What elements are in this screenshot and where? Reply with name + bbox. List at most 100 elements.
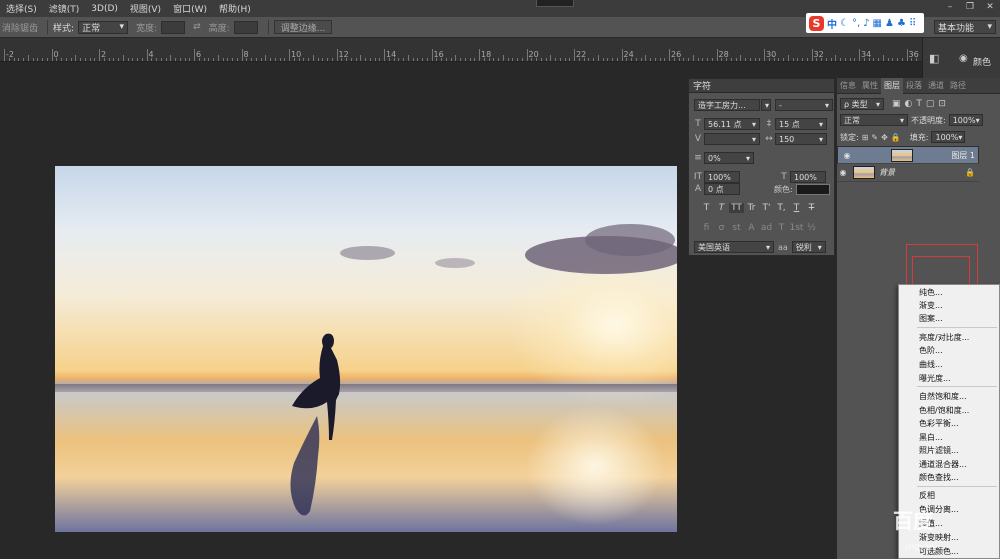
stylistic-alt-button[interactable]: ad <box>759 223 774 233</box>
faux-bold-button[interactable]: T <box>699 203 714 213</box>
keyboard-icon[interactable]: ▦ <box>873 18 882 29</box>
menu-item-curves[interactable]: 曲线... <box>919 359 943 370</box>
fractions-button[interactable]: ½ <box>804 223 819 233</box>
font-style-select[interactable]: - ▾ <box>775 99 833 111</box>
all-caps-button[interactable]: TT <box>729 203 744 213</box>
titling-alt-button[interactable]: T <box>774 223 789 233</box>
text-color-swatch[interactable] <box>795 183 830 195</box>
color-panel-label[interactable]: 颜色 <box>973 55 991 68</box>
tab-paragraph[interactable]: 段落 <box>903 80 925 91</box>
lock-icons[interactable]: ⊞✎✥🔒 <box>862 133 904 142</box>
horizontal-scale-input[interactable]: 100% <box>790 171 826 183</box>
opacity-input[interactable]: 100% ▾ <box>948 114 983 126</box>
tab-properties[interactable]: 属性 <box>859 80 881 91</box>
subscript-button[interactable]: T, <box>774 203 789 213</box>
tab-info[interactable]: 信息 <box>837 80 859 91</box>
ruler-label: 22 <box>576 50 587 59</box>
tab-paths[interactable]: 路径 <box>947 80 969 91</box>
antialias-select[interactable]: 锐利 ▾ <box>791 241 826 253</box>
menu-item-hue-saturation[interactable]: 色相/饱和度... <box>919 405 969 416</box>
font-family-select[interactable]: 造字工房力... <box>694 99 760 111</box>
menu-item-exposure[interactable]: 曝光度... <box>919 373 951 384</box>
ruler-tick <box>213 58 214 61</box>
tab-layers[interactable]: 图层 <box>881 77 903 94</box>
tracking-input[interactable]: 150 ▾ <box>775 133 827 145</box>
underline-button[interactable]: T <box>789 203 804 213</box>
menu-select[interactable]: 选择(S) <box>0 2 43 15</box>
menu-item-photo-filter[interactable]: 照片滤镜... <box>919 445 959 456</box>
sogou-logo-icon[interactable]: S <box>809 15 824 31</box>
minimize-button[interactable]: – <box>940 0 960 14</box>
panel-toggle-icon[interactable]: ◧ <box>929 52 939 65</box>
discretionary-lig-button[interactable]: st <box>729 223 744 233</box>
menu-item-vibrance[interactable]: 自然饱和度... <box>919 391 967 402</box>
visibility-eye-icon[interactable]: ◉ <box>837 168 849 177</box>
superscript-button[interactable]: T' <box>759 203 774 213</box>
menu-item-color-lookup[interactable]: 颜色查找... <box>919 472 959 483</box>
menu-window[interactable]: 窗口(W) <box>167 2 213 15</box>
shirt-icon[interactable]: ♣ <box>897 18 906 29</box>
menu-item-color-balance[interactable]: 色彩平衡... <box>919 418 959 429</box>
workspace-select[interactable]: 基本功能 ▾ <box>934 20 996 34</box>
contextual-alt-button[interactable]: σ <box>714 223 729 233</box>
menu-filter[interactable]: 滤镜(T) <box>43 2 86 15</box>
leading-input[interactable]: 15 点 ▾ <box>775 118 827 130</box>
horizontal-ruler[interactable]: -2 0 2 4 6 8 10 12 14 16 18 20 22 24 26 28 30 32 34 36 <box>0 38 922 62</box>
menu-item-gradient[interactable]: 渐变... <box>919 300 943 311</box>
kerning-input[interactable]: ▾ <box>704 133 760 145</box>
character-panel-title[interactable]: 字符 <box>689 79 834 93</box>
height-input[interactable] <box>233 20 258 34</box>
layer-filter-select[interactable]: ρ 类型 ▾ <box>840 98 884 110</box>
tab-channels[interactable]: 通道 <box>925 80 947 91</box>
menu-item-solid-color[interactable]: 纯色... <box>919 287 943 298</box>
antialias-label[interactable]: 消除锯齿 <box>2 21 38 34</box>
color-palette-icon[interactable]: ◉ <box>959 53 968 64</box>
strikethrough-button[interactable]: T <box>804 203 819 213</box>
width-input[interactable] <box>161 20 186 34</box>
grid-icon[interactable]: ⠿ <box>909 18 916 29</box>
menu-view[interactable]: 视图(V) <box>124 2 167 15</box>
baseline-shift-input[interactable]: 0 点 <box>704 183 740 195</box>
small-caps-button[interactable]: Tr <box>744 203 759 213</box>
horizontal-scale-icon: T <box>781 172 787 182</box>
fill-label: 填充: <box>909 132 929 142</box>
ligature-button[interactable]: fi <box>699 223 714 233</box>
menu-item-brightness-contrast[interactable]: 亮度/对比度... <box>919 332 969 343</box>
punctuation-icon[interactable]: °, <box>852 18 860 29</box>
close-button[interactable]: ✕ <box>980 0 1000 14</box>
layer-row-1[interactable]: ◉ 图层 1 <box>837 146 979 164</box>
menu-help[interactable]: 帮助(H) <box>213 2 257 15</box>
tsume-input[interactable]: 0% ▾ <box>704 152 754 164</box>
menu-item-pattern[interactable]: 图案... <box>919 313 943 324</box>
menu-item-channel-mixer[interactable]: 通道混合器... <box>919 459 967 470</box>
menu-item-levels[interactable]: 色阶... <box>919 345 943 356</box>
vertical-scale-input[interactable]: 100% <box>704 171 740 183</box>
chevron-down-icon[interactable]: ▾ <box>761 99 771 111</box>
swash-button[interactable]: A <box>744 223 759 233</box>
chevron-down-icon: ▾ <box>765 242 770 252</box>
font-size-input[interactable]: 56.11 点 ▾ <box>704 118 760 130</box>
menu-item-black-white[interactable]: 黑白... <box>919 432 943 443</box>
refine-edge-button[interactable]: 调整边缘... <box>273 20 333 34</box>
moon-icon[interactable]: ☾ <box>840 18 849 29</box>
menu-3d[interactable]: 3D(D) <box>85 4 124 14</box>
menu-item-invert[interactable]: 反相 <box>919 490 935 501</box>
language-select[interactable]: 美国英语 ▾ <box>694 241 774 253</box>
ruler-tick <box>678 58 680 61</box>
style-select[interactable]: 正常 ▾ <box>78 20 129 34</box>
visibility-eye-icon[interactable]: ◉ <box>841 151 853 160</box>
user-icon[interactable]: ♟ <box>885 18 894 29</box>
blend-mode-select[interactable]: 正常 ▾ <box>840 114 908 126</box>
mic-icon[interactable]: ♪ <box>863 18 869 29</box>
filter-icons[interactable]: ▣◐T▢⊡ <box>892 99 950 109</box>
swap-icon[interactable]: ⇄ <box>193 22 201 32</box>
ordinals-button[interactable]: 1st <box>789 223 804 233</box>
ruler-tick <box>711 58 713 61</box>
layer-row-background[interactable]: ◉ 背景 🔒 <box>837 164 979 182</box>
ime-mode[interactable]: 中 <box>827 16 837 31</box>
document-tab-stub[interactable] <box>536 0 574 7</box>
restore-button[interactable]: ❐ <box>960 0 980 14</box>
document-canvas-image[interactable] <box>55 166 677 532</box>
faux-italic-button[interactable]: T <box>714 203 729 213</box>
fill-input[interactable]: 100% ▾ <box>931 131 966 143</box>
